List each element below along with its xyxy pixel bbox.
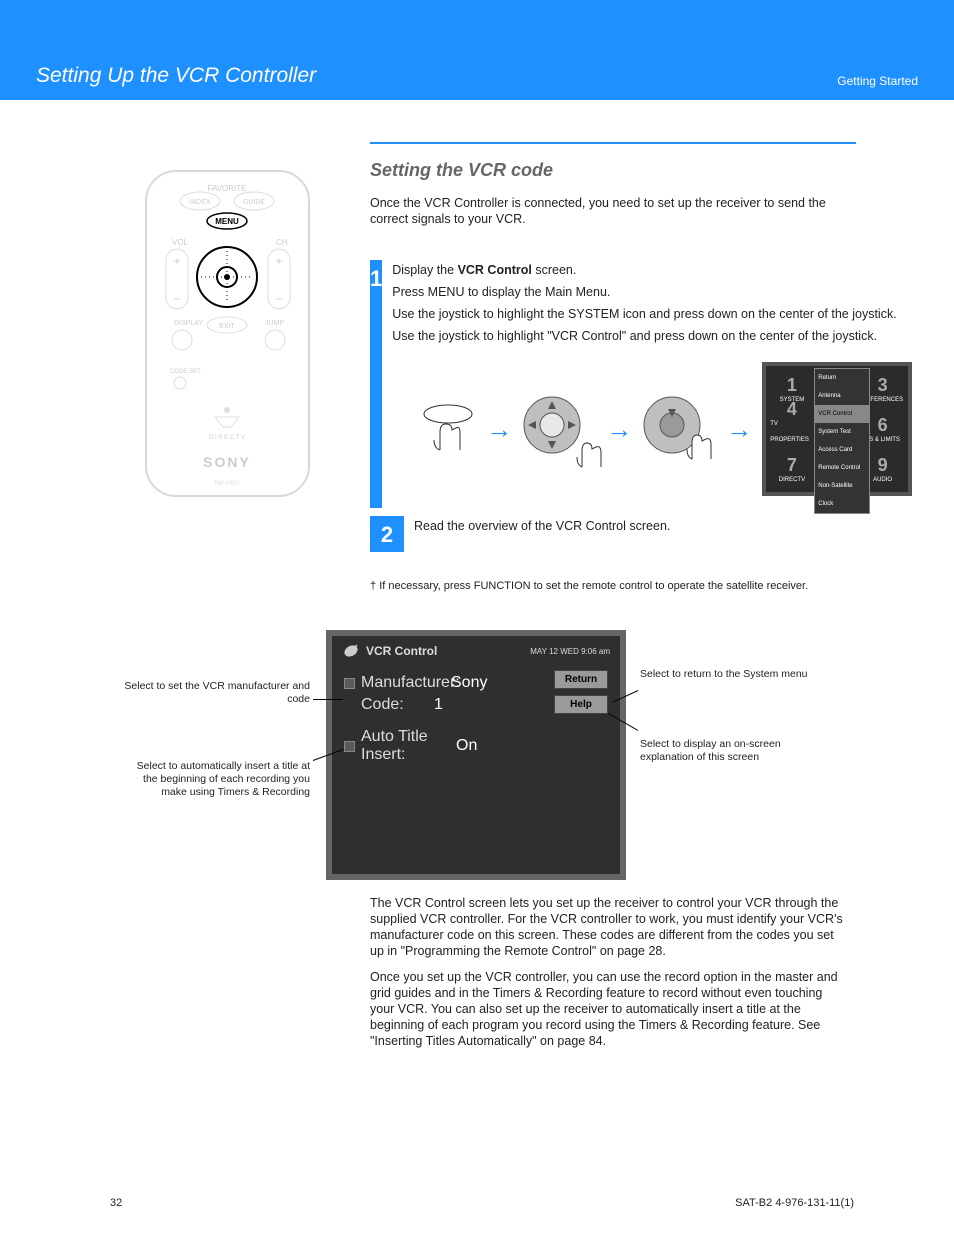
svg-text:GUIDE: GUIDE	[243, 199, 266, 206]
selector-icon	[344, 741, 355, 752]
return-button[interactable]: Return	[554, 670, 608, 689]
subheading: Setting the VCR code	[370, 160, 553, 181]
svg-text:CODE SET: CODE SET	[170, 369, 201, 375]
step-title: Display the VCR Control screen.	[392, 263, 576, 277]
intro-paragraph: Once the VCR Controller is connected, yo…	[370, 195, 855, 227]
step-1: 1 Display the VCR Control screen. Press …	[370, 260, 880, 508]
svg-text:INDEX: INDEX	[189, 199, 211, 206]
joystick-select-icon	[522, 395, 596, 463]
footnote: † If necessary, press FUNCTION to set th…	[370, 580, 850, 592]
svg-text:SONY: SONY	[203, 454, 251, 470]
system-dropdown: Return Antenna VCR Control System Test A…	[814, 368, 870, 514]
step-title: Read the overview of the VCR Control scr…	[414, 519, 670, 533]
step-line: Use the joystick to highlight "VCR Contr…	[392, 328, 912, 344]
remote-illustration: FAVORITE INDEX GUIDE MENU VOL CH + − + −…	[140, 165, 315, 510]
svg-text:−: −	[275, 292, 282, 306]
screen-datetime: MAY 12 WED 9:06 am	[530, 647, 610, 656]
callout-line	[313, 699, 343, 700]
callout: Select to display an on-screen explanati…	[640, 738, 830, 764]
manufacturer-row[interactable]: Manufacturer: Sony	[344, 674, 514, 692]
hand-icon	[574, 433, 610, 473]
satellite-icon	[342, 642, 360, 660]
svg-text:JUMP: JUMP	[265, 320, 284, 327]
page-number: 32	[110, 1197, 122, 1209]
help-button[interactable]: Help	[554, 695, 608, 714]
selector-icon	[344, 678, 355, 689]
arrow-icon: →	[486, 421, 512, 437]
callout: Select to return to the System menu	[640, 668, 830, 681]
code-row: Code: 1	[344, 696, 514, 714]
screen-title: VCR Control	[366, 644, 437, 658]
step-flow: →	[420, 362, 912, 496]
arrow-icon: →	[726, 421, 752, 437]
step-line: Press MENU to display the Main Menu.	[392, 284, 912, 300]
step-line: Use the joystick to highlight the SYSTEM…	[392, 306, 912, 322]
menu-button-press-icon	[420, 402, 476, 456]
step-number: 2	[370, 516, 404, 552]
callout: Select to automatically insert a title a…	[120, 760, 310, 799]
svg-text:DISPLAY: DISPLAY	[174, 320, 203, 327]
body-text: The VCR Control screen lets you set up t…	[370, 895, 850, 1059]
svg-text:RM-Y802: RM-Y802	[214, 481, 240, 487]
svg-text:CH: CH	[276, 238, 288, 247]
svg-text:+: +	[275, 254, 282, 268]
auto-title-insert-row[interactable]: Auto Title Insert: On	[344, 728, 514, 764]
joystick-press-icon	[642, 395, 716, 463]
page-header: Setting Up the VCR Controller Getting St…	[0, 0, 954, 100]
system-menu-screenshot: 1SYSTEM 2ANTENNA 3REFERENCES 4TV PROPERT…	[762, 362, 912, 496]
step-2: 2 Read the overview of the VCR Control s…	[370, 516, 880, 552]
hand-icon	[684, 427, 718, 465]
step-number: 1	[370, 260, 382, 508]
callout: Select to set the VCR manufacturer and c…	[120, 680, 310, 706]
doc-reference: SAT-B2 4-976-131-11(1)	[735, 1197, 854, 1209]
chapter-label: Getting Started	[837, 74, 918, 88]
steps: 1 Display the VCR Control screen. Press …	[370, 260, 880, 552]
svg-text:EXIT: EXIT	[219, 323, 235, 330]
divider	[370, 142, 856, 144]
svg-text:+: +	[173, 254, 180, 268]
svg-text:D I R E C T V: D I R E C T V	[209, 435, 245, 441]
vcr-control-screenshot: VCR Control MAY 12 WED 9:06 am Manufactu…	[326, 630, 626, 880]
menu-cell: 4TV PROPERTIES	[770, 410, 813, 448]
svg-text:MENU: MENU	[215, 217, 239, 226]
menu-cell: 7DIRECTV	[770, 450, 813, 488]
svg-text:VOL: VOL	[172, 238, 189, 247]
page-footer: 32 SAT-B2 4-976-131-11(1)	[0, 1197, 954, 1209]
section-title: Setting Up the VCR Controller	[36, 64, 316, 88]
svg-text:−: −	[173, 292, 180, 306]
svg-text:FAVORITE: FAVORITE	[208, 184, 247, 193]
